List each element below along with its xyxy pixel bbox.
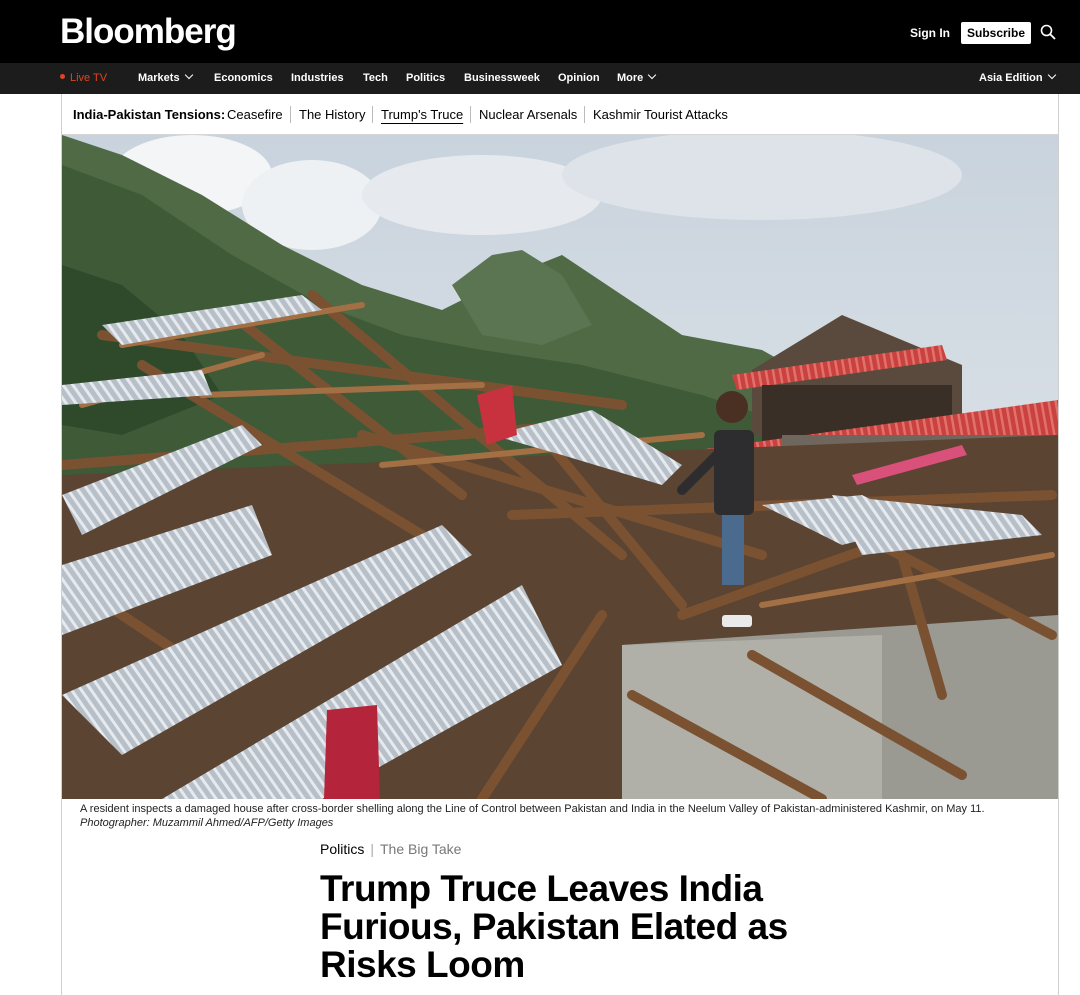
nav-item-industries[interactable]: Industries (291, 63, 344, 94)
nav-item-politics[interactable]: Politics (406, 63, 445, 94)
nav-item-opinion[interactable]: Opinion (558, 63, 600, 94)
nav-item-tech[interactable]: Tech (363, 63, 388, 94)
divider (372, 106, 373, 123)
chevron-down-icon (648, 70, 657, 80)
search-icon[interactable] (1040, 24, 1056, 40)
nav-item-businessweek[interactable]: Businessweek (464, 63, 540, 94)
divider (290, 106, 291, 123)
topic-link-trumps-truce[interactable]: Trump's Truce (381, 94, 463, 135)
hero-image (62, 135, 1058, 799)
topic-bar-label: India-Pakistan Tensions: (73, 107, 226, 122)
edition-label: Asia Edition (979, 72, 1043, 84)
divider (470, 106, 471, 123)
bloomberg-logo[interactable]: Bloomberg (60, 10, 237, 54)
top-bar: Bloomberg Sign In Subscribe (0, 0, 1080, 63)
topic-link-nuclear-arsenals[interactable]: Nuclear Arsenals (479, 94, 577, 135)
sign-in-link[interactable]: Sign In (910, 25, 950, 41)
live-dot-icon (60, 74, 65, 79)
subscribe-button[interactable]: Subscribe (961, 22, 1031, 44)
nav-item-economics[interactable]: Economics (214, 63, 273, 94)
nav-item-label: Markets (138, 72, 180, 84)
article-headline: Trump Truce Leaves India Furious, Pakist… (320, 868, 788, 985)
topic-link-history[interactable]: The History (299, 94, 365, 135)
image-caption: A resident inspects a damaged house afte… (80, 802, 1040, 830)
chevron-down-icon (1047, 70, 1056, 80)
caption-text: A resident inspects a damaged house afte… (80, 803, 985, 815)
nav-item-more[interactable]: More (617, 63, 657, 94)
chevron-down-icon (184, 70, 193, 80)
section-link[interactable]: Politics (320, 841, 364, 857)
divider (584, 106, 585, 123)
nav-live-tv-label: Live TV (70, 72, 108, 84)
topic-link-kashmir-attacks[interactable]: Kashmir Tourist Attacks (593, 94, 728, 135)
series-link[interactable]: The Big Take (380, 841, 461, 857)
main-nav: Live TV Markets Economics Industries Tec… (0, 63, 1080, 94)
nav-item-markets[interactable]: Markets (138, 63, 193, 94)
topic-link-ceasefire[interactable]: Ceasefire (227, 94, 283, 135)
nav-live-tv[interactable]: Live TV (60, 63, 107, 94)
photo-credit: Photographer: Muzammil Ahmed/AFP/Getty I… (80, 817, 334, 829)
topic-bar: India-Pakistan Tensions: Ceasefire The H… (61, 94, 1059, 135)
article-kicker: Politics | The Big Take (320, 839, 461, 859)
edition-selector[interactable]: Asia Edition (979, 63, 1056, 94)
kicker-divider: | (370, 841, 374, 857)
nav-item-label: More (617, 72, 644, 84)
